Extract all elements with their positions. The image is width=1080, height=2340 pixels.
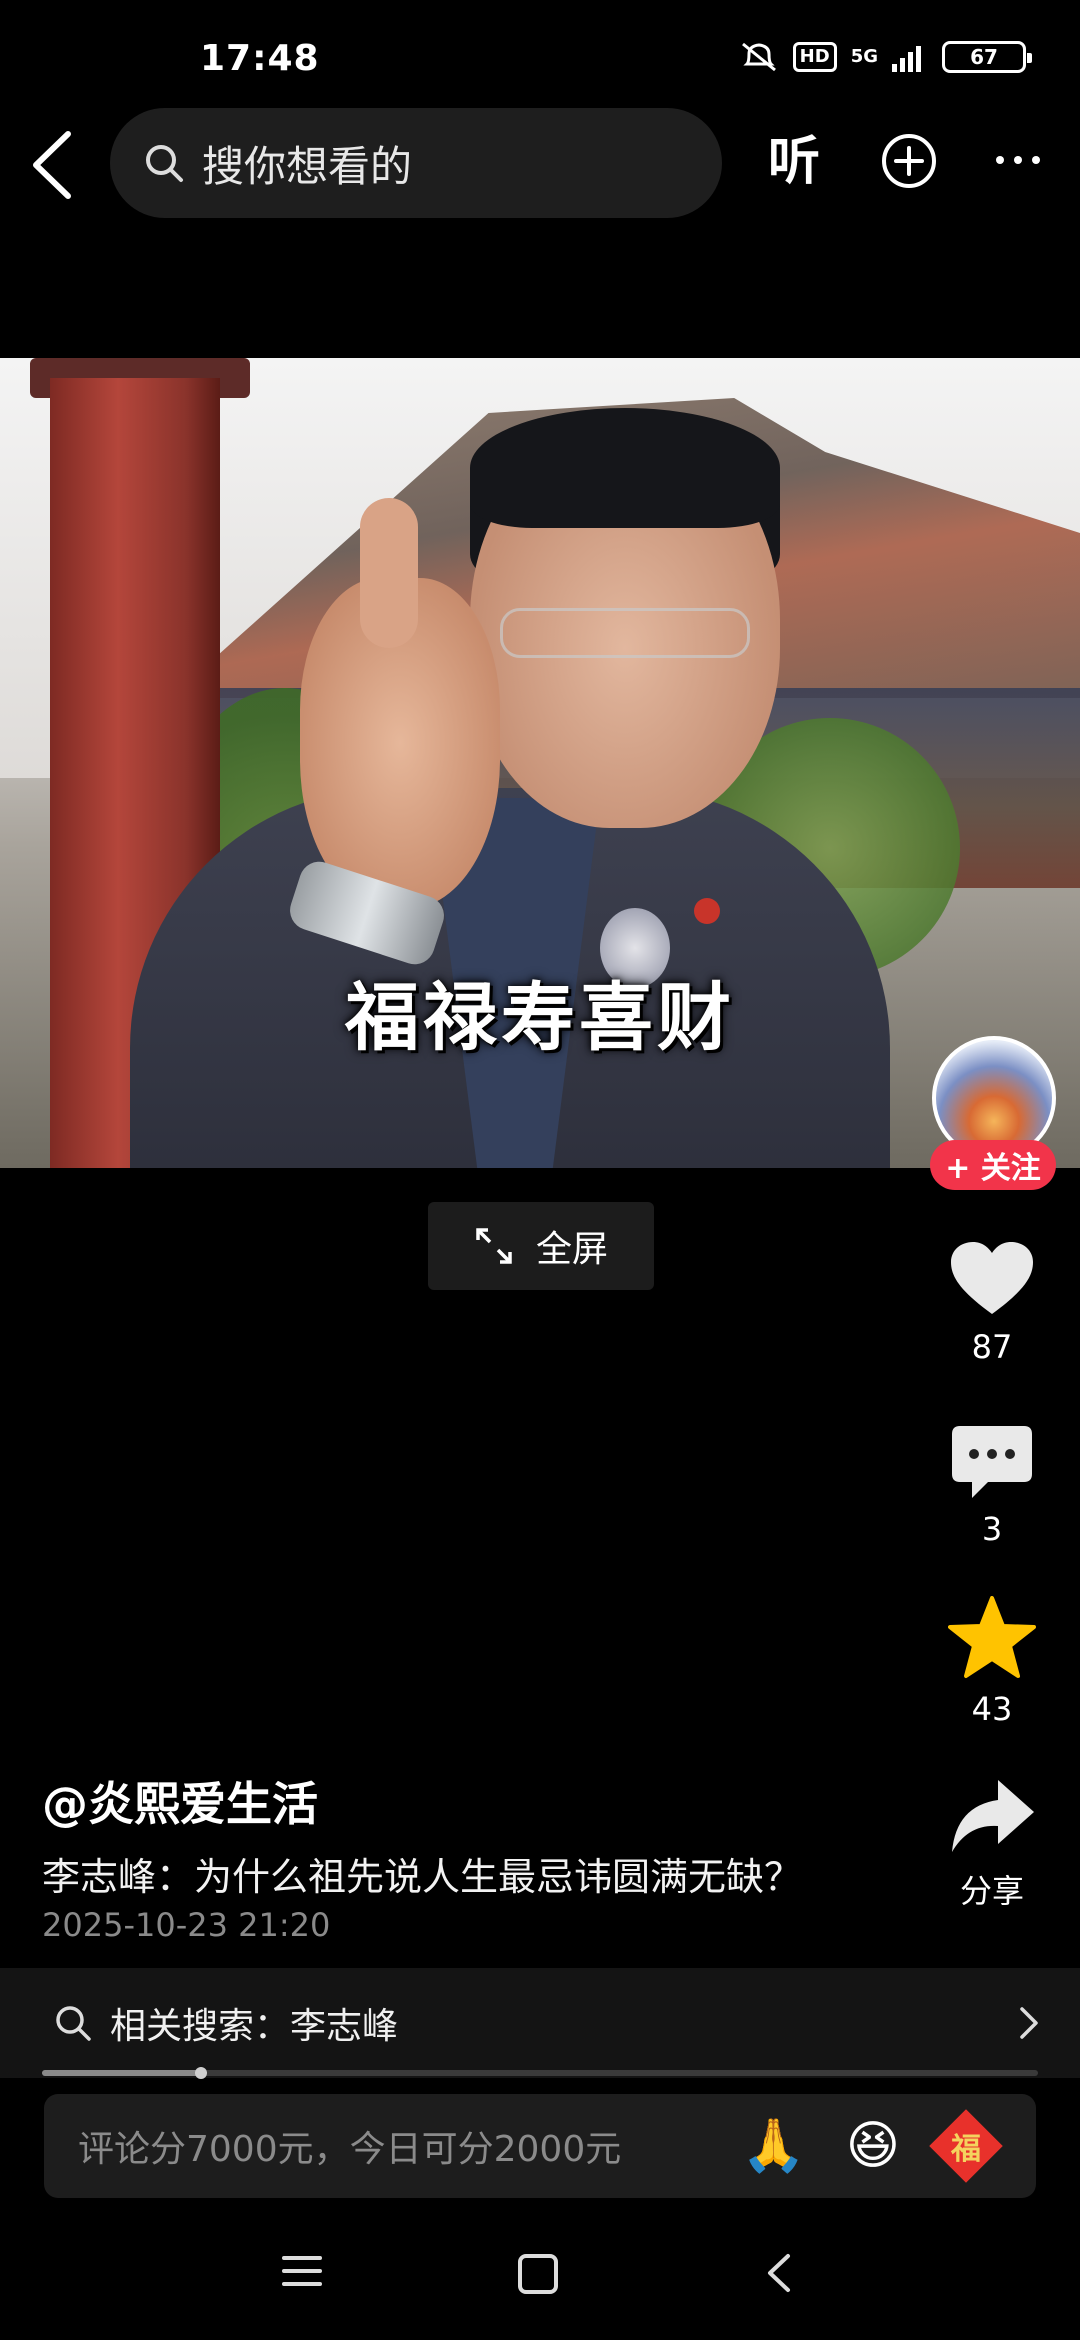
fu-char: 福 [951, 2132, 981, 2167]
like-button[interactable]: 87 [940, 1240, 1044, 1366]
fu-sticker-icon[interactable]: 福 [929, 2109, 1003, 2183]
star-icon [948, 1596, 1036, 1678]
status-time: 17:48 [200, 38, 320, 79]
listen-button[interactable]: 听 [768, 132, 820, 192]
network-label: 5G [850, 46, 878, 67]
chevron-right-icon [1020, 2007, 1038, 2039]
comment-button[interactable]: 3 [940, 1424, 1044, 1548]
signal-icon [892, 46, 921, 72]
related-search-bar[interactable]: 相关搜索：李志峰 [0, 1968, 1080, 2078]
pray-emoji-icon[interactable]: 🙏 [741, 2116, 806, 2176]
video-title: 李志峰：为什么祖先说人生最忌讳圆满无缺？ [42, 1855, 803, 1899]
battery-level: 67 [970, 45, 998, 69]
back-arrow-icon[interactable] [24, 128, 78, 202]
battery-indicator: 67 [942, 41, 1032, 73]
nav-back-icon[interactable] [764, 2250, 794, 2296]
favorite-button[interactable]: 43 [940, 1596, 1044, 1728]
fullscreen-label: 全屏 [535, 1229, 608, 1270]
nav-home-icon[interactable] [518, 2254, 558, 2294]
expand-icon [476, 1228, 512, 1264]
comment-bubble-icon [952, 1426, 1032, 1498]
more-icon[interactable] [994, 150, 1042, 170]
comment-count: 3 [981, 1510, 1003, 1548]
heart-icon [951, 1242, 1033, 1314]
video-progress-bar[interactable] [42, 2067, 1038, 2079]
video-player[interactable]: 福禄寿喜财 [0, 358, 1080, 1168]
search-placeholder: 搜你想看的 [202, 141, 413, 191]
related-search-label: 相关搜索：李志峰 [110, 2006, 399, 2047]
comment-placeholder: 评论分7000元，今日可分2000元 [78, 2129, 622, 2170]
hd-badge: HD [792, 42, 837, 72]
progress-fill [42, 2070, 202, 2076]
search-input[interactable]: 搜你想看的 [110, 108, 722, 218]
search-icon [146, 145, 183, 182]
search-icon [56, 2006, 91, 2041]
author-name[interactable]: @炎熙爱生活 [42, 1768, 318, 1834]
status-icons: HD 5G 67 [739, 40, 1032, 74]
video-caption: 福禄寿喜财 [345, 975, 735, 1061]
fullscreen-button[interactable]: 全屏 [428, 1202, 654, 1290]
follow-button[interactable]: + 关注 [930, 1140, 1056, 1190]
add-circle-icon[interactable] [880, 132, 938, 190]
like-count: 87 [971, 1328, 1013, 1366]
share-button[interactable]: 分享 [940, 1776, 1044, 1912]
nav-menu-icon[interactable] [282, 2256, 322, 2295]
comment-input[interactable]: 评论分7000元，今日可分2000元 🙏 😆 福 [44, 2094, 1036, 2198]
post-date: 2025-10-23 21:20 [42, 1906, 331, 1944]
share-arrow-icon [952, 1780, 1034, 1852]
favorite-count: 43 [971, 1690, 1013, 1728]
share-label: 分享 [959, 1872, 1024, 1910]
mute-icon [741, 42, 776, 72]
laugh-emoji-icon[interactable]: 😆 [846, 2116, 900, 2176]
